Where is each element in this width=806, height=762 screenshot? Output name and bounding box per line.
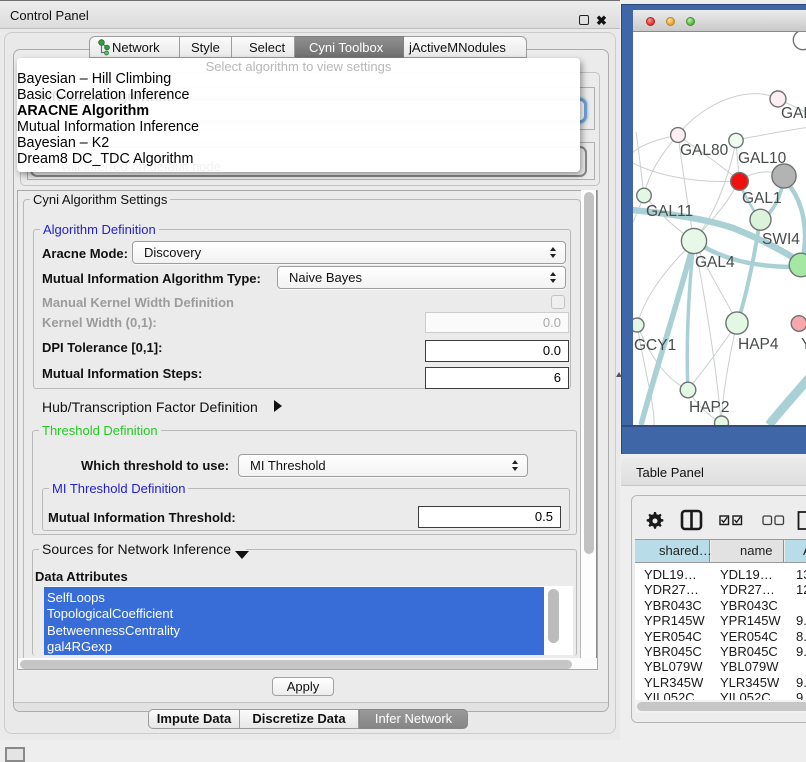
svg-text:GAL80: GAL80 [680, 142, 729, 159]
svg-text:GAL1: GAL1 [742, 190, 782, 207]
svg-text:SWI4: SWI4 [762, 231, 800, 248]
svg-text:GAL7: GAL7 [781, 105, 806, 122]
svg-text:HAP4: HAP4 [738, 336, 779, 353]
svg-text:GAL4: GAL4 [695, 254, 735, 271]
svg-text:GAL11: GAL11 [646, 203, 693, 220]
svg-text:Y: Y [801, 336, 806, 353]
svg-text:HAP2: HAP2 [689, 399, 730, 416]
svg-text:GCY1: GCY1 [634, 337, 676, 354]
svg-text:GAL10: GAL10 [738, 150, 787, 167]
